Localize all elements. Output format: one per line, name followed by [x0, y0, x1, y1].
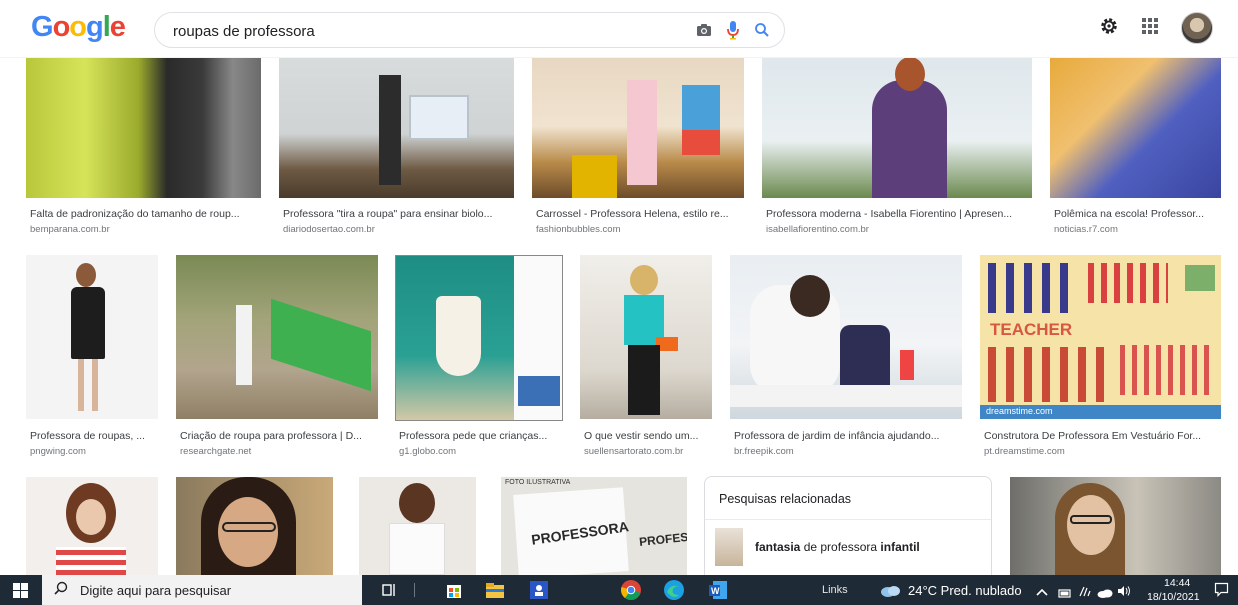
related-divider [705, 519, 991, 520]
result-caption-1[interactable]: Falta de padronização do tamanho de roup… [30, 208, 262, 220]
result-caption-11[interactable]: Construtora De Professora Em Vestuário F… [984, 430, 1220, 442]
svg-text:W: W [711, 586, 720, 596]
google-images-page: Google roupas de professora Falta de pad… [0, 0, 1238, 605]
result-caption-5[interactable]: Polêmica na escola! Professor... [1054, 208, 1220, 220]
result-image-3[interactable] [532, 55, 744, 198]
result-image-5[interactable] [1050, 55, 1221, 198]
speaker-icon[interactable] [1117, 584, 1131, 602]
search-icon[interactable] [754, 22, 770, 43]
result-image-4[interactable] [762, 55, 1032, 198]
result-caption-8[interactable]: Professora pede que crianças... [399, 430, 565, 442]
notifications-icon[interactable] [1214, 582, 1229, 602]
result-source-4: isabellafiorentino.com.br [766, 224, 869, 235]
search-input[interactable] [173, 21, 653, 41]
result-image-12[interactable] [26, 477, 158, 575]
edge-icon[interactable] [663, 579, 685, 601]
google-logo[interactable]: Google [31, 11, 126, 44]
search-box[interactable] [154, 12, 785, 48]
windows-taskbar: Digite aqui para pesquisar W Links 24°C … [0, 575, 1238, 605]
weather-text[interactable]: 24°C Pred. nublado [908, 583, 1022, 598]
result-caption-3[interactable]: Carrossel - Professora Helena, estilo re… [536, 208, 746, 220]
result-image-10[interactable] [730, 255, 962, 419]
result-source-8: g1.globo.com [399, 446, 457, 457]
chevron-up-icon[interactable] [1036, 584, 1048, 602]
result-source-9: suellensartorato.com.br [584, 446, 684, 457]
result-image-16[interactable] [1010, 477, 1221, 575]
store-icon[interactable] [443, 579, 465, 601]
logo-letter: l [102, 11, 111, 43]
result-source-5: noticias.r7.com [1054, 224, 1118, 235]
dreamstime-bar: dreamstime.com [980, 405, 1221, 419]
app-icon[interactable] [528, 579, 550, 601]
clock-date[interactable]: 18/10/2021 [1147, 591, 1200, 603]
windows-start-icon[interactable] [13, 583, 28, 603]
links-label[interactable]: Links [822, 584, 848, 596]
foto-ilustrativa-label: FOTO ILUSTRATIVA [505, 479, 571, 486]
result-caption-6[interactable]: Professora de roupas, ... [30, 430, 160, 442]
related-searches-card: Pesquisas relacionadas fantasia de profe… [704, 476, 992, 586]
profess-shirt-text: PROFESS [638, 529, 687, 549]
result-caption-4[interactable]: Professora moderna - Isabella Fiorentino… [766, 208, 1034, 220]
taskbar-search-icon [54, 581, 68, 600]
teacher-label: TEACHER [990, 320, 1073, 339]
result-caption-2[interactable]: Professora "tira a roupa" para ensinar b… [283, 208, 515, 220]
logo-letter: g [86, 11, 104, 43]
result-caption-10[interactable]: Professora de jardim de infância ajudand… [734, 430, 962, 442]
related-search-text: fantasia de professora infantil [755, 540, 920, 554]
result-image-11[interactable]: TEACHER dreamstime.com [980, 255, 1221, 419]
file-explorer-icon[interactable] [484, 579, 506, 601]
related-searches-title: Pesquisas relacionadas [719, 492, 852, 506]
result-source-6: pngwing.com [30, 446, 86, 457]
result-caption-9[interactable]: O que vestir sendo um... [584, 430, 714, 442]
logo-letter: o [69, 11, 87, 43]
task-view-icon[interactable] [378, 579, 400, 601]
taskbar-search[interactable]: Digite aqui para pesquisar [42, 575, 362, 605]
cloud-icon [880, 583, 902, 602]
result-caption-7[interactable]: Criação de roupa para professora | D... [180, 430, 378, 442]
pen-icon[interactable] [1078, 584, 1092, 602]
result-image-2[interactable] [279, 55, 514, 198]
result-source-1: bemparana.com.br [30, 224, 110, 235]
camera-icon[interactable] [696, 23, 712, 42]
taskbar-separator [414, 583, 415, 597]
taskbar-search-placeholder: Digite aqui para pesquisar [80, 582, 232, 598]
dreamstime-text: dreamstime.com [986, 406, 1053, 416]
result-source-2: diariodosertao.com.br [283, 224, 375, 235]
search-icons [696, 20, 770, 45]
result-source-10: br.freepik.com [734, 446, 794, 457]
microphone-icon[interactable] [726, 20, 740, 45]
chrome-icon[interactable] [620, 579, 642, 601]
header: Google [0, 0, 1238, 58]
result-image-15[interactable]: FOTO ILUSTRATIVA PROFESSORA PROFESS [501, 477, 687, 575]
word-icon[interactable]: W [707, 579, 729, 601]
result-image-1[interactable] [26, 55, 261, 198]
onedrive-icon[interactable] [1097, 585, 1113, 603]
battery-icon[interactable] [1058, 585, 1072, 603]
account-avatar[interactable] [1181, 12, 1213, 44]
related-search-item[interactable]: fantasia de professora infantil [715, 526, 985, 568]
logo-letter: e [109, 11, 126, 43]
result-image-9[interactable] [580, 255, 712, 419]
result-source-11: pt.dreamstime.com [984, 446, 1065, 457]
result-source-7: researchgate.net [180, 446, 252, 457]
logo-letter: G [31, 11, 54, 43]
logo-letter: o [52, 11, 71, 43]
result-image-7[interactable] [176, 255, 378, 419]
result-image-6[interactable] [26, 255, 158, 419]
result-source-3: fashionbubbles.com [536, 224, 621, 235]
result-image-8[interactable] [395, 255, 563, 421]
header-actions [1099, 12, 1213, 44]
result-image-13[interactable] [176, 477, 333, 575]
result-image-14[interactable] [359, 477, 476, 575]
apps-grid-icon[interactable] [1141, 17, 1159, 40]
clock-time[interactable]: 14:44 [1164, 577, 1190, 589]
related-thumb [715, 528, 743, 566]
gear-icon[interactable] [1099, 16, 1119, 41]
